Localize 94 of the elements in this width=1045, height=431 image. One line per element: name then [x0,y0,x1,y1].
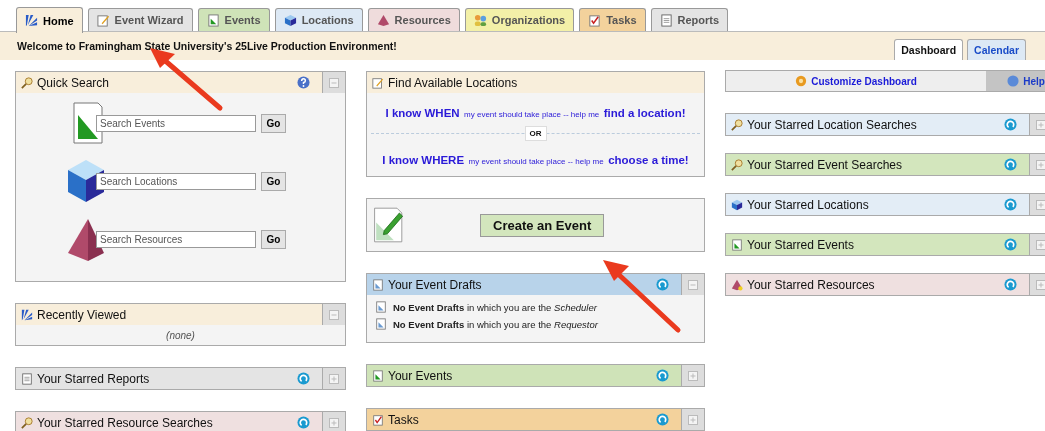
search-field[interactable]: Search Locations [96,172,256,190]
nav-tab[interactable]: Home [16,7,83,33]
collapse-button[interactable] [322,72,345,93]
refresh-icon[interactable] [1004,118,1017,131]
refresh-icon[interactable] [656,278,669,291]
panel-icon [21,416,33,429]
plus-icon [1036,119,1045,130]
panel-title: Your Starred Resources [747,277,876,292]
tab-icon [588,13,602,27]
draft-icon [375,318,387,330]
plus-icon [688,414,698,425]
plus-icon [1036,159,1045,170]
nav-tab[interactable]: Tasks [579,8,646,31]
nav-tab[interactable]: Reports [650,8,729,31]
panel-title: Your Starred Location Searches [747,117,918,132]
minus-icon [329,77,339,88]
welcome-message: Welcome to Framingham State University's 25Live Production Environment! [17,40,397,52]
panel-title: Find Available Locations [388,75,519,90]
plus-icon [329,373,339,384]
help-icon[interactable] [297,76,310,89]
draft-note: No Event Drafts in which you are the Requestor [393,318,598,330]
view-tab[interactable]: Calendar [967,39,1026,60]
panel-title: Your Starred Reports [37,371,151,386]
panel-icon [731,198,743,211]
tab-icon [376,13,390,27]
tab-icon [659,13,673,27]
collapse-button[interactable] [681,274,704,295]
go-button[interactable]: Go [261,171,286,191]
panel-icon [731,158,743,171]
nav-tab[interactable]: Resources [367,8,460,31]
empty-note: (none) [166,329,195,341]
plus-icon [1036,199,1045,210]
tab-icon [206,13,220,27]
find-link[interactable]: I know WHEN my event should take place -- help me find a location! [385,103,686,121]
search-field[interactable]: Search Events [96,114,256,132]
tab-icon [473,13,487,27]
panel-icon [372,413,384,426]
refresh-icon[interactable] [1004,198,1017,211]
view-tab[interactable]: Dashboard [894,39,964,60]
edit-document-icon [373,206,405,244]
panel-icon [731,238,743,251]
panel-title: Recently Viewed [37,307,128,322]
plus-icon [1036,239,1045,250]
expand-button[interactable] [322,412,345,431]
draft-note: No Event Drafts in which you are the Scheduler [393,301,597,313]
expand-button[interactable] [681,365,704,386]
tab-icon [96,13,110,27]
panel-title: Your Starred Events [747,237,855,252]
refresh-icon[interactable] [1004,238,1017,251]
expand-button[interactable] [681,409,704,430]
find-link[interactable]: I know WHERE my event should take place -- help me choose a time! [382,150,689,168]
minus-icon [329,309,339,320]
panel-title: Your Event Drafts [388,277,483,292]
panel-icon [372,278,384,291]
panel-icon [21,308,33,321]
panel-title: Your Starred Locations [747,197,870,212]
plus-icon [1036,279,1045,290]
panel-title: Your Starred Resource Searches [37,415,214,430]
nav-tab[interactable]: Organizations [464,8,575,31]
go-button[interactable]: Go [261,113,286,133]
panel-icon [731,278,743,291]
panel-title: Your Starred Event Searches [747,157,903,172]
gear-icon [795,75,808,87]
help-icon [1007,75,1020,87]
panel-icon [731,118,743,131]
plus-icon [688,370,698,381]
panel-title: Tasks [388,412,420,427]
panel-title: Quick Search [37,75,111,90]
expand-button[interactable] [322,368,345,389]
minus-icon [688,279,698,290]
collapse-button[interactable] [322,304,345,325]
refresh-icon[interactable] [297,372,310,385]
panel-icon [372,369,384,382]
tab-icon [283,13,297,27]
refresh-icon[interactable] [1004,158,1017,171]
panel-title: Your Events [388,368,454,383]
refresh-icon[interactable] [1004,278,1017,291]
search-field[interactable]: Search Resources [96,230,256,248]
customize-dashboard-button[interactable]: Customize Dashboard [726,71,986,91]
refresh-icon[interactable] [656,413,669,426]
panel-icon [372,76,384,89]
help-button[interactable]: Help [986,71,1045,91]
plus-icon [329,417,339,428]
panel-icon [21,372,33,385]
tab-icon [25,14,38,27]
nav-tab[interactable]: Locations [274,8,363,31]
nav-tab[interactable]: Events [197,8,270,31]
go-button[interactable]: Go [261,229,286,249]
create-event-button[interactable]: Create an Event [480,213,605,237]
draft-icon [375,301,387,313]
refresh-icon[interactable] [297,416,310,429]
refresh-icon[interactable] [656,369,669,382]
panel-icon [21,76,33,89]
nav-tab[interactable]: Event Wizard [87,8,193,31]
